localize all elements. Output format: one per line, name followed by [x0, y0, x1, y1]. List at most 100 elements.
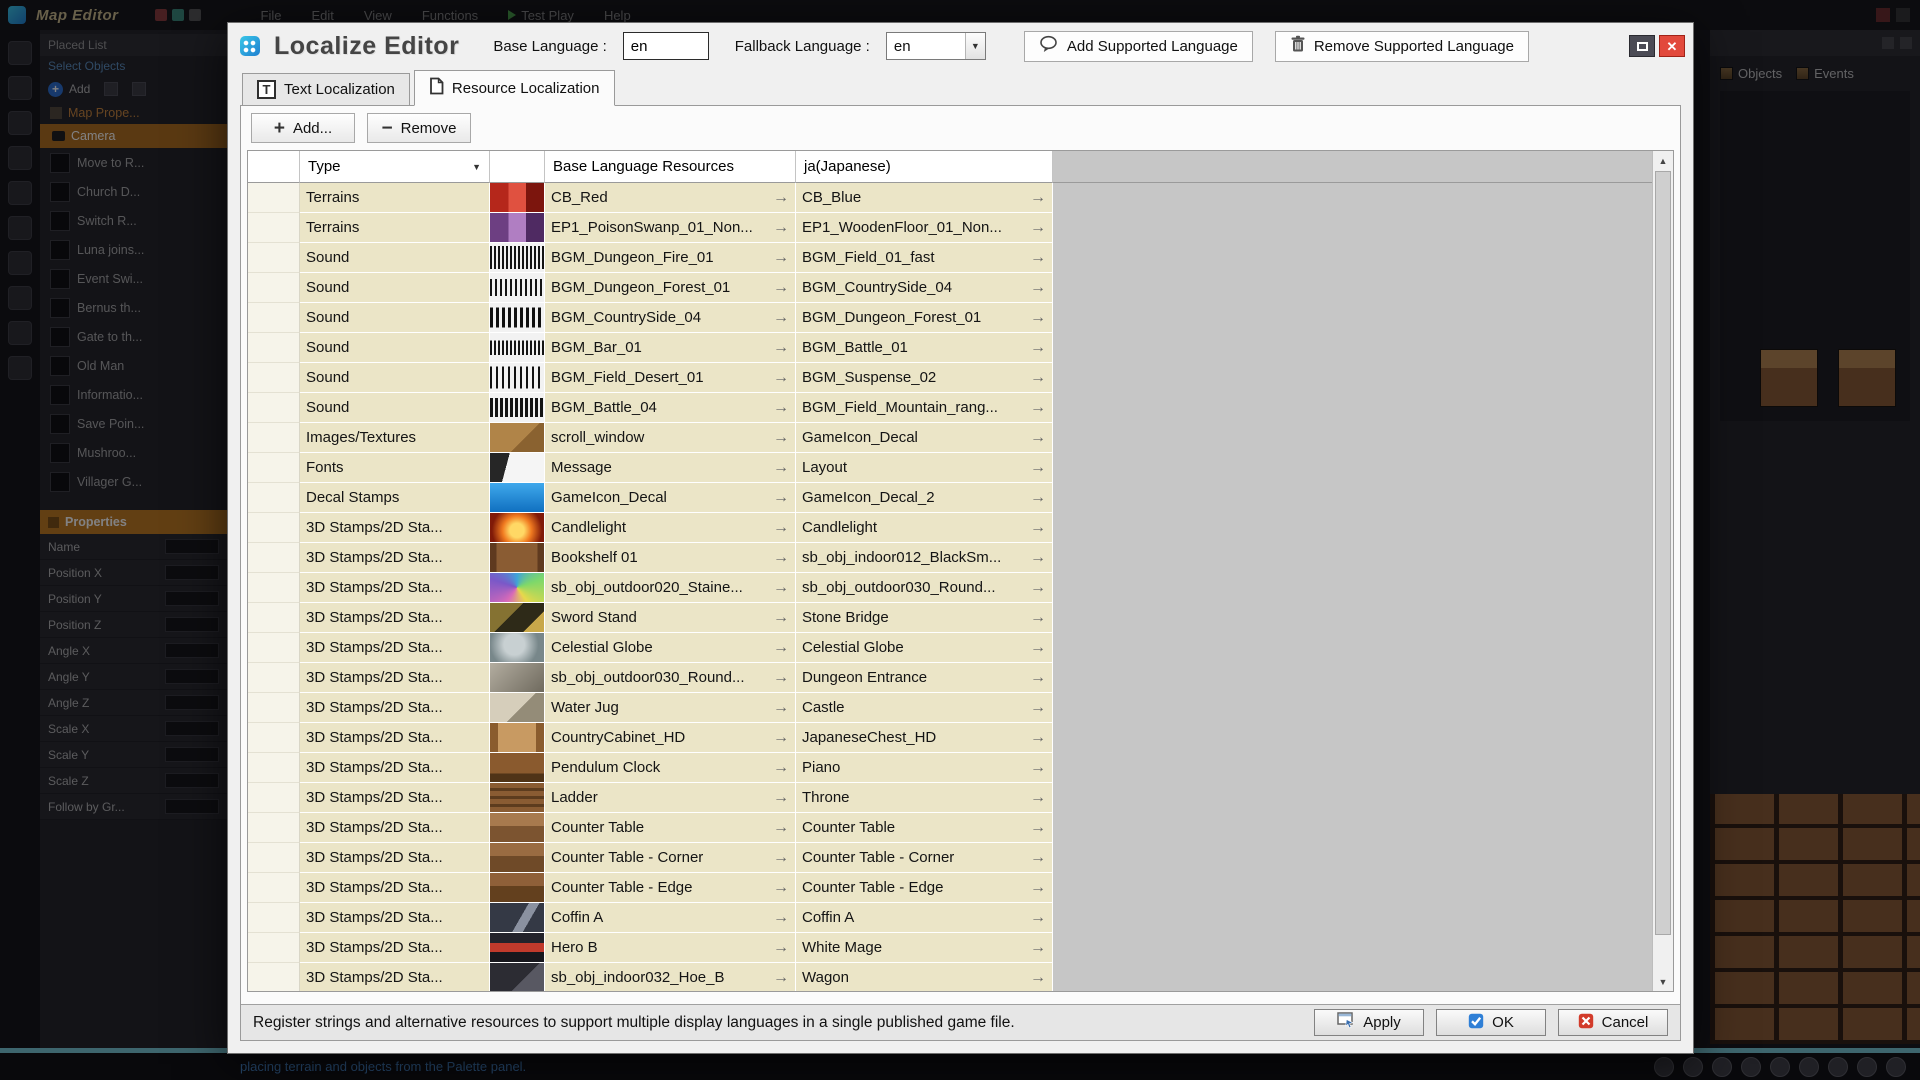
- pick-resource-arrow-icon[interactable]: →: [1030, 639, 1046, 657]
- pick-resource-arrow-icon[interactable]: →: [1030, 459, 1046, 477]
- scroll-down-icon[interactable]: ▼: [1653, 972, 1673, 991]
- chevron-down-icon[interactable]: ▼: [965, 33, 985, 59]
- row-selector[interactable]: [248, 333, 300, 363]
- table-row[interactable]: 3D Stamps/2D Sta... Bookshelf 01→ sb_obj…: [248, 543, 1053, 573]
- remove-resource-button[interactable]: − Remove: [367, 113, 471, 143]
- row-selector[interactable]: [248, 303, 300, 333]
- table-row[interactable]: 3D Stamps/2D Sta... Ladder→ Throne→: [248, 783, 1053, 813]
- table-row[interactable]: 3D Stamps/2D Sta... Candlelight→ Candlel…: [248, 513, 1053, 543]
- pick-resource-arrow-icon[interactable]: →: [1030, 909, 1046, 927]
- table-row[interactable]: 3D Stamps/2D Sta... Celestial Globe→ Cel…: [248, 633, 1053, 663]
- pick-resource-arrow-icon[interactable]: →: [1030, 189, 1046, 207]
- row-selector[interactable]: [248, 213, 300, 243]
- pick-resource-arrow-icon[interactable]: →: [773, 489, 789, 507]
- row-selector[interactable]: [248, 483, 300, 513]
- row-selector[interactable]: [248, 903, 300, 933]
- pick-resource-arrow-icon[interactable]: →: [773, 609, 789, 627]
- pick-resource-arrow-icon[interactable]: →: [773, 699, 789, 717]
- pick-resource-arrow-icon[interactable]: →: [1030, 699, 1046, 717]
- table-row[interactable]: 3D Stamps/2D Sta... sb_obj_outdoor030_Ro…: [248, 663, 1053, 693]
- pick-resource-arrow-icon[interactable]: →: [773, 969, 789, 987]
- row-selector[interactable]: [248, 363, 300, 393]
- pick-resource-arrow-icon[interactable]: →: [773, 729, 789, 747]
- table-row[interactable]: Fonts Message→ Layout→: [248, 453, 1053, 483]
- row-selector[interactable]: [248, 603, 300, 633]
- fallback-language-select[interactable]: en ▼: [886, 32, 986, 60]
- table-row[interactable]: Sound BGM_Battle_04→ BGM_Field_Mountain_…: [248, 393, 1053, 423]
- header-type[interactable]: Type ▼: [300, 151, 490, 183]
- table-row[interactable]: Sound BGM_Dungeon_Forest_01→ BGM_Country…: [248, 273, 1053, 303]
- pick-resource-arrow-icon[interactable]: →: [773, 429, 789, 447]
- pick-resource-arrow-icon[interactable]: →: [1030, 309, 1046, 327]
- pick-resource-arrow-icon[interactable]: →: [1030, 849, 1046, 867]
- pick-resource-arrow-icon[interactable]: →: [773, 759, 789, 777]
- row-selector[interactable]: [248, 813, 300, 843]
- table-row[interactable]: Terrains EP1_PoisonSwanp_01_Non...→ EP1_…: [248, 213, 1053, 243]
- table-row[interactable]: 3D Stamps/2D Sta... Water Jug→ Castle→: [248, 693, 1053, 723]
- pick-resource-arrow-icon[interactable]: →: [1030, 249, 1046, 267]
- pick-resource-arrow-icon[interactable]: →: [773, 939, 789, 957]
- table-row[interactable]: Sound BGM_Dungeon_Fire_01→ BGM_Field_01_…: [248, 243, 1053, 273]
- ok-button[interactable]: OK: [1436, 1009, 1546, 1036]
- row-selector[interactable]: [248, 423, 300, 453]
- row-selector[interactable]: [248, 513, 300, 543]
- table-row[interactable]: Sound BGM_CountrySide_04→ BGM_Dungeon_Fo…: [248, 303, 1053, 333]
- table-row[interactable]: 3D Stamps/2D Sta... Counter Table - Edge…: [248, 873, 1053, 903]
- pick-resource-arrow-icon[interactable]: →: [773, 579, 789, 597]
- row-selector[interactable]: [248, 723, 300, 753]
- pick-resource-arrow-icon[interactable]: →: [1030, 399, 1046, 417]
- row-selector[interactable]: [248, 183, 300, 213]
- pick-resource-arrow-icon[interactable]: →: [1030, 969, 1046, 987]
- pick-resource-arrow-icon[interactable]: →: [773, 399, 789, 417]
- pick-resource-arrow-icon[interactable]: →: [773, 249, 789, 267]
- row-selector[interactable]: [248, 393, 300, 423]
- pick-resource-arrow-icon[interactable]: →: [1030, 789, 1046, 807]
- table-row[interactable]: 3D Stamps/2D Sta... Sword Stand→ Stone B…: [248, 603, 1053, 633]
- table-row[interactable]: Sound BGM_Field_Desert_01→ BGM_Suspense_…: [248, 363, 1053, 393]
- pick-resource-arrow-icon[interactable]: →: [1030, 489, 1046, 507]
- close-dialog-button[interactable]: ✕: [1659, 35, 1685, 57]
- scrollbar-thumb[interactable]: [1655, 171, 1671, 935]
- pick-resource-arrow-icon[interactable]: →: [773, 459, 789, 477]
- table-row[interactable]: 3D Stamps/2D Sta... Coffin A→ Coffin A→: [248, 903, 1053, 933]
- add-resource-button[interactable]: + Add...: [251, 113, 355, 143]
- header-ja-japanese[interactable]: ja(Japanese): [796, 151, 1053, 183]
- row-selector[interactable]: [248, 633, 300, 663]
- table-row[interactable]: 3D Stamps/2D Sta... sb_obj_outdoor020_St…: [248, 573, 1053, 603]
- pick-resource-arrow-icon[interactable]: →: [1030, 429, 1046, 447]
- pick-resource-arrow-icon[interactable]: →: [773, 279, 789, 297]
- table-row[interactable]: 3D Stamps/2D Sta... sb_obj_indoor032_Hoe…: [248, 963, 1053, 992]
- scroll-up-icon[interactable]: ▲: [1653, 151, 1673, 170]
- pick-resource-arrow-icon[interactable]: →: [773, 909, 789, 927]
- pick-resource-arrow-icon[interactable]: →: [1030, 549, 1046, 567]
- row-selector[interactable]: [248, 933, 300, 963]
- table-row[interactable]: 3D Stamps/2D Sta... Counter Table→ Count…: [248, 813, 1053, 843]
- pick-resource-arrow-icon[interactable]: →: [1030, 729, 1046, 747]
- pick-resource-arrow-icon[interactable]: →: [773, 879, 789, 897]
- vertical-scrollbar[interactable]: ▲ ▼: [1652, 151, 1673, 991]
- row-selector[interactable]: [248, 963, 300, 992]
- pick-resource-arrow-icon[interactable]: →: [1030, 669, 1046, 687]
- restore-window-button[interactable]: [1629, 35, 1655, 57]
- row-selector[interactable]: [248, 663, 300, 693]
- apply-button[interactable]: Apply: [1314, 1009, 1424, 1036]
- tab-text-localization[interactable]: T Text Localization: [242, 73, 410, 105]
- pick-resource-arrow-icon[interactable]: →: [1030, 219, 1046, 237]
- remove-supported-language-button[interactable]: Remove Supported Language: [1275, 31, 1529, 62]
- row-selector[interactable]: [248, 243, 300, 273]
- row-selector[interactable]: [248, 273, 300, 303]
- row-selector[interactable]: [248, 873, 300, 903]
- pick-resource-arrow-icon[interactable]: →: [773, 549, 789, 567]
- pick-resource-arrow-icon[interactable]: →: [773, 669, 789, 687]
- table-row[interactable]: 3D Stamps/2D Sta... CountryCabinet_HD→ J…: [248, 723, 1053, 753]
- pick-resource-arrow-icon[interactable]: →: [1030, 939, 1046, 957]
- table-row[interactable]: Sound BGM_Bar_01→ BGM_Battle_01→: [248, 333, 1053, 363]
- pick-resource-arrow-icon[interactable]: →: [773, 519, 789, 537]
- pick-resource-arrow-icon[interactable]: →: [773, 639, 789, 657]
- pick-resource-arrow-icon[interactable]: →: [1030, 279, 1046, 297]
- pick-resource-arrow-icon[interactable]: →: [1030, 579, 1046, 597]
- pick-resource-arrow-icon[interactable]: →: [773, 849, 789, 867]
- pick-resource-arrow-icon[interactable]: →: [773, 819, 789, 837]
- table-row[interactable]: 3D Stamps/2D Sta... Hero B→ White Mage→: [248, 933, 1053, 963]
- table-row[interactable]: Images/Textures scroll_window→ GameIcon_…: [248, 423, 1053, 453]
